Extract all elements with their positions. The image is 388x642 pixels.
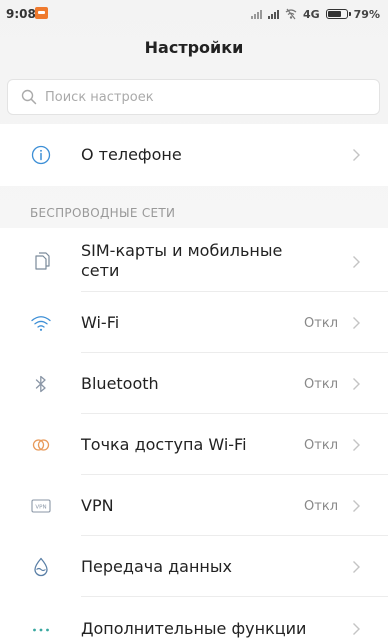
wifi-icon [31, 316, 51, 331]
section-header-wireless: БЕСПРОВОДНЫЕ СЕТИ [0, 186, 388, 228]
status-value: Откл [304, 377, 338, 392]
data-usage-icon [34, 557, 48, 577]
search-bar[interactable] [7, 79, 380, 115]
settings-item-label: SIM-карты и мобильные сети [81, 241, 282, 281]
settings-screen: 9:08 4G 79% Настройки Поиск настроек О т… [0, 0, 388, 642]
settings-item-vpn[interactable]: VPN VPN Откл [0, 475, 388, 536]
settings-item-label: Передача данных [81, 557, 232, 576]
chevron-right-icon [353, 439, 360, 451]
more-icon [33, 628, 49, 632]
label-line: SIM-карты и мобильные [81, 241, 283, 260]
settings-item-wifi[interactable]: Wi-Fi Откл [0, 292, 388, 353]
battery-icon [325, 9, 351, 19]
search-icon [21, 89, 37, 105]
chevron-right-icon [353, 561, 360, 573]
chevron-right-icon [353, 623, 360, 635]
settings-item-label: Wi-Fi [81, 313, 120, 332]
settings-item-bluetooth[interactable]: Bluetooth Откл [0, 353, 388, 414]
settings-item-data-usage[interactable]: Передача данных [0, 536, 388, 597]
chevron-right-icon [353, 378, 360, 390]
status-value: Откл [304, 316, 338, 331]
label-line: сети [81, 261, 120, 280]
sim-cards-icon [35, 252, 50, 270]
search-input[interactable] [45, 89, 345, 105]
status-value: Откл [304, 499, 338, 514]
about-group: О телефоне [0, 124, 388, 186]
settings-item-more[interactable]: Дополнительные функции [0, 597, 388, 642]
header: Настройки [0, 30, 388, 66]
chevron-right-icon [353, 317, 360, 329]
settings-item-label: Дополнительные функции [81, 619, 307, 638]
status-bar: 9:08 4G 79% [0, 0, 388, 30]
status-indicators: 4G 79% [250, 6, 380, 22]
status-value: Откл [304, 438, 338, 453]
settings-item-label: Точка доступа Wi-Fi [81, 435, 247, 454]
chevron-right-icon [353, 500, 360, 512]
hotspot-icon [32, 439, 50, 451]
battery-percent: 79% [353, 7, 380, 21]
info-icon [31, 145, 51, 165]
signal-icon [267, 9, 279, 19]
settings-item-hotspot[interactable]: Точка доступа Wi-Fi Откл [0, 414, 388, 475]
chevron-right-icon [353, 256, 360, 268]
settings-item-label: Bluetooth [81, 374, 159, 393]
network-type: 4G [302, 7, 320, 21]
settings-item-about-phone[interactable]: О телефоне [0, 124, 388, 186]
svg-text:VPN: VPN [35, 504, 46, 510]
settings-item-label: VPN [81, 496, 114, 515]
chevron-right-icon [353, 149, 360, 161]
vpn-icon: VPN [31, 499, 51, 513]
wifi-off-icon [285, 8, 297, 20]
status-time: 9:08 [6, 7, 36, 21]
page-title: Настройки [144, 38, 244, 57]
wireless-group: SIM-карты и мобильные сети Wi-Fi Откл Bl… [0, 228, 388, 642]
settings-item-label: О телефоне [81, 145, 182, 164]
bluetooth-icon [35, 375, 46, 393]
signal-icon [250, 9, 262, 19]
battery-level [327, 11, 341, 17]
section-title: БЕСПРОВОДНЫЕ СЕТИ [30, 206, 176, 220]
notification-app-icon [35, 7, 48, 19]
settings-item-sim-cards[interactable]: SIM-карты и мобильные сети [0, 228, 388, 292]
